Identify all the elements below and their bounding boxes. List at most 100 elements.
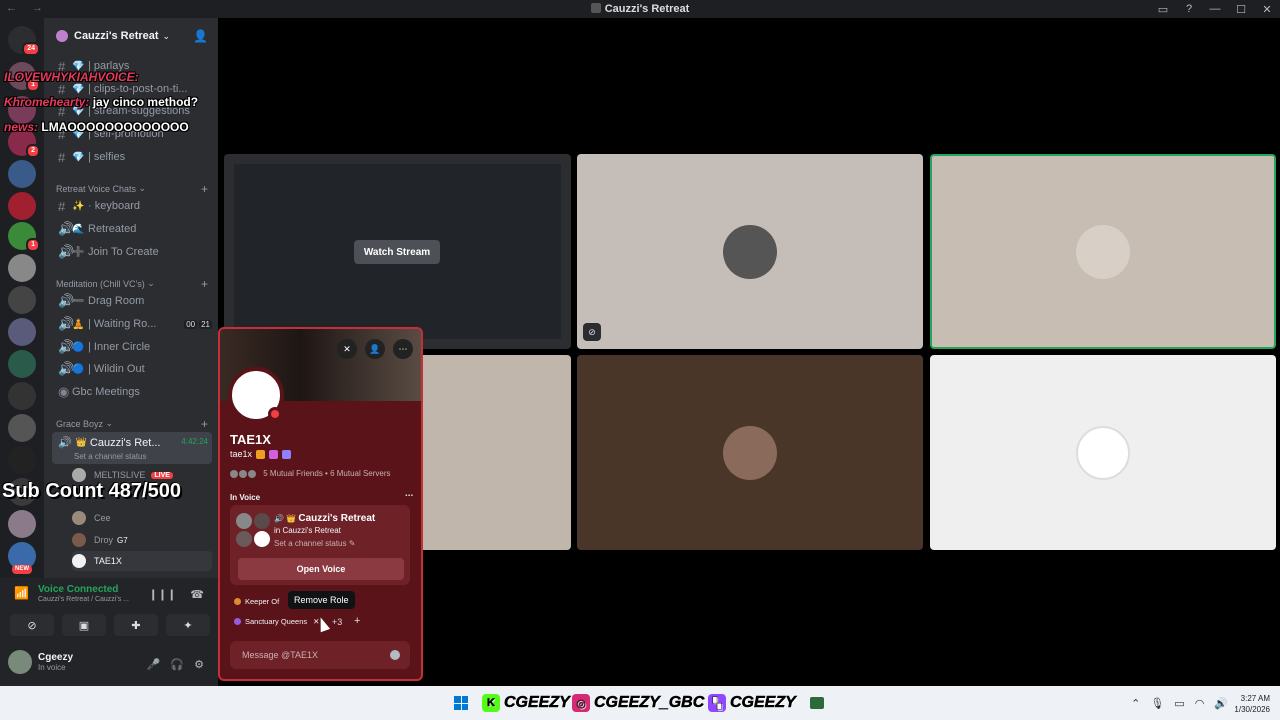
server-icon[interactable]: [8, 382, 36, 410]
clock[interactable]: 3:27 AM 1/30/2026: [1234, 693, 1270, 715]
active-voice-channel[interactable]: 🔊 👑 Cauzzi's Ret... 4:42:24 Set a channel …: [52, 432, 212, 464]
add-role-icon[interactable]: +: [354, 615, 360, 627]
role-color-dot: [234, 618, 241, 625]
windows-start-icon[interactable]: [454, 696, 468, 710]
discord-home-icon[interactable]: 24: [8, 26, 40, 56]
server-icon[interactable]: [8, 510, 36, 538]
voice-channel-item[interactable]: 🔊 🧘 | Waiting Ro... 00 21: [52, 314, 212, 334]
video-tile[interactable]: [577, 154, 923, 349]
channel-emoji: 💎: [72, 83, 85, 95]
voice-user-selected[interactable]: TAE1X: [72, 551, 212, 571]
server-icon[interactable]: [8, 350, 36, 378]
server-icon[interactable]: [8, 160, 36, 188]
voice-user[interactable]: Cee: [72, 508, 212, 528]
server-icon[interactable]: [8, 414, 36, 442]
server-icon[interactable]: [8, 446, 36, 474]
remove-role-tooltip: Remove Role: [288, 591, 355, 609]
title-bar: ← → Cauzzi's Retreat ▭ ? — ☐ ✕: [0, 0, 1280, 18]
channel-item[interactable]: # 💎 | selfies: [52, 147, 212, 167]
noise-suppression-icon[interactable]: ❙❙❙: [149, 588, 177, 601]
more-roles-count[interactable]: +3: [332, 617, 342, 627]
disconnect-icon[interactable]: ☎: [190, 588, 204, 601]
server-icon[interactable]: [8, 254, 36, 282]
activities-icon[interactable]: ✚: [114, 614, 158, 636]
add-friend-icon[interactable]: 👤: [365, 339, 385, 359]
headphones-icon[interactable]: 🎧: [170, 658, 184, 671]
display-icon[interactable]: ▭: [1174, 697, 1184, 710]
category-label: Grace Boyz: [56, 418, 104, 429]
user-status: In voice: [38, 663, 66, 672]
voice-channel-item[interactable]: 🔊 ➖ Drag Room: [52, 291, 212, 311]
open-voice-button[interactable]: Open Voice: [238, 558, 404, 580]
channel-item[interactable]: # ✨ · keyboard: [52, 196, 212, 216]
close-icon[interactable]: ✕: [337, 339, 357, 359]
app-icon[interactable]: [810, 697, 824, 709]
message-input[interactable]: Message @TAE1X: [230, 641, 410, 669]
voice-channel-item[interactable]: 🔊 ➕ Join To Create: [52, 242, 212, 262]
voice-buttons: ⊘ ▣ ✚ ✦: [10, 614, 210, 636]
avatar: [230, 469, 238, 478]
avatar: [248, 469, 256, 478]
profile-avatar[interactable]: [228, 367, 284, 423]
microphone-icon[interactable]: 🎙: [1150, 697, 1164, 710]
category-retreat[interactable]: Retreat Voice Chats ⌄ +: [56, 182, 208, 196]
current-user[interactable]: Cgeezy In voice: [8, 650, 73, 674]
server-icon: [590, 3, 601, 13]
sub-count-overlay: Sub Count 487/500: [2, 480, 181, 502]
channel-emoji: ✨: [72, 200, 85, 212]
role-chip[interactable]: Sanctuary Queens ✕: [234, 617, 319, 626]
more-icon[interactable]: ⋯: [393, 339, 413, 359]
voice-channel-item[interactable]: 🔊 🔵 | Inner Circle: [52, 337, 212, 357]
chevron-up-icon[interactable]: ⌃: [1131, 697, 1140, 710]
gear-icon[interactable]: ⚙: [194, 658, 204, 671]
watch-stream-button[interactable]: Watch Stream: [354, 240, 440, 264]
voice-channel-item[interactable]: 🔊 🔵 | Wildin Out: [52, 359, 212, 379]
signal-icon[interactable]: 📶: [14, 586, 29, 600]
help-icon[interactable]: ?: [1176, 3, 1202, 15]
server-icon[interactable]: NEW: [8, 542, 36, 574]
voice-channel-item[interactable]: 🔊 🌊 Retreated: [52, 219, 212, 239]
add-user-icon[interactable]: 👤: [193, 29, 208, 43]
volume-icon[interactable]: 🔊: [1214, 697, 1228, 710]
more-icon[interactable]: ⋯: [405, 491, 413, 500]
video-tile-speaking[interactable]: [930, 154, 1276, 349]
user-name: Droy: [94, 535, 114, 545]
channel-emoji: 🌊: [72, 223, 85, 235]
server-icon[interactable]: 1: [8, 222, 40, 252]
close-button[interactable]: ✕: [1254, 3, 1280, 16]
stage-channel-item[interactable]: ◉ Gbc Meetings: [52, 382, 212, 402]
role-chip[interactable]: Keeper Of: [234, 597, 279, 606]
camera-off-icon[interactable]: ⊘: [10, 614, 54, 636]
hash-icon: #: [58, 149, 66, 165]
microphone-icon[interactable]: 🎤: [147, 658, 161, 671]
video-tile[interactable]: [930, 355, 1276, 550]
category-meditation[interactable]: Meditation (Chill VC's) ⌄ +: [56, 277, 208, 291]
channel-status[interactable]: Set a channel status ✎: [274, 539, 355, 548]
mutual-label: 5 Mutual Friends • 6 Mutual Servers: [263, 469, 391, 478]
server-header[interactable]: Cauzzi's Retreat ⌄ 👤: [44, 18, 218, 54]
minimize-button[interactable]: —: [1202, 3, 1228, 15]
inbox-icon[interactable]: ▭: [1150, 3, 1176, 16]
video-tile[interactable]: [577, 355, 923, 550]
channel-emoji: 🔵: [72, 341, 85, 353]
avatar: [239, 469, 247, 478]
server-icon[interactable]: [8, 286, 36, 314]
voice-user[interactable]: Droy G7: [72, 530, 212, 550]
plus-icon[interactable]: +: [201, 182, 208, 196]
plus-icon[interactable]: +: [201, 277, 208, 291]
role-name: Keeper Of: [245, 597, 280, 606]
wifi-icon[interactable]: ◠: [1195, 697, 1205, 710]
emoji-icon[interactable]: [390, 650, 400, 660]
stage-icon: ◉: [58, 384, 70, 399]
avatar: [254, 513, 270, 529]
plus-icon[interactable]: +: [201, 417, 208, 431]
profile-actions: ✕ 👤 ⋯: [337, 339, 413, 359]
maximize-button[interactable]: ☐: [1228, 3, 1254, 16]
soundboard-icon[interactable]: ✦: [166, 614, 210, 636]
channel-status[interactable]: Set a channel status: [74, 452, 147, 461]
server-icon[interactable]: [8, 318, 36, 346]
mutual-info[interactable]: 5 Mutual Friends • 6 Mutual Servers: [230, 469, 391, 478]
screen-share-icon[interactable]: ▣: [62, 614, 106, 636]
server-icon[interactable]: [8, 192, 36, 220]
category-grace[interactable]: Grace Boyz ⌄ +: [56, 417, 208, 431]
